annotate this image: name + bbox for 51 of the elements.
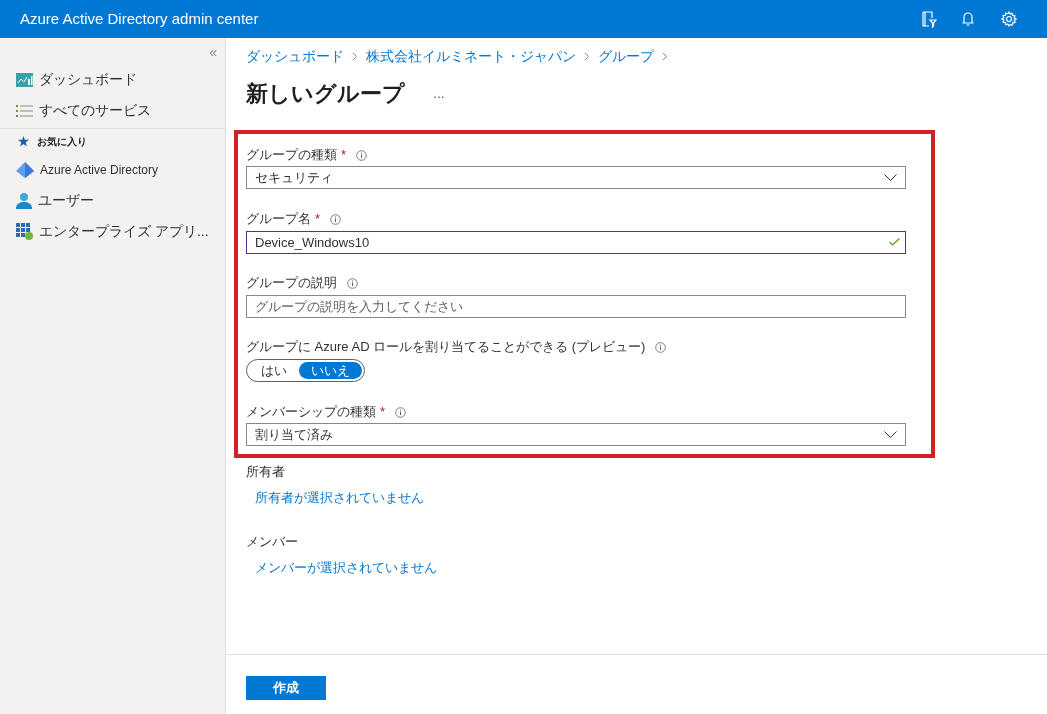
section-label: メンバー (246, 532, 299, 551)
field-label: グループの種類 (246, 146, 337, 165)
chevron-icon (662, 52, 668, 61)
chart-icon (16, 72, 33, 87)
star-icon (18, 136, 29, 147)
sidebar-item[interactable]: ユーザー (0, 185, 225, 216)
chevron-down-icon (884, 174, 897, 181)
settings-icon[interactable] (1001, 11, 1017, 27)
field-label: グループ名 (246, 210, 311, 229)
breadcrumb-link[interactable]: ダッシュボード (246, 46, 344, 67)
required-mark: * (341, 146, 347, 165)
app-title: Azure Active Directory admin center (20, 8, 260, 29)
toggle-option[interactable]: いいえ (299, 362, 362, 379)
sidebar-item[interactable]: エンタープライズ アプリ... (0, 216, 225, 247)
user-icon (16, 192, 32, 209)
sidebar-item[interactable]: すべてのサービス (0, 95, 225, 126)
directory-filter-icon[interactable] (921, 10, 937, 28)
required-mark: * (315, 210, 321, 229)
checkmark-icon (889, 238, 900, 246)
page-title: 新しいグループ (246, 80, 405, 108)
more-button[interactable]: ... (433, 83, 445, 104)
text-field[interactable]: グループの説明を入力してください (246, 295, 906, 318)
pyramid-icon (16, 161, 34, 178)
field-label: メンバーシップの種類 (246, 403, 376, 422)
breadcrumb-link[interactable]: グループ (598, 46, 654, 67)
info-icon[interactable] (347, 277, 358, 289)
toggle-option[interactable]: はい (249, 362, 299, 379)
chevron-icon (352, 52, 358, 61)
sidebar-item[interactable]: Azure Active Directory (0, 154, 225, 185)
list-icon (16, 103, 33, 118)
info-icon[interactable] (395, 406, 407, 418)
field-label: グループの説明 (246, 274, 337, 293)
section-label: 所有者 (246, 463, 286, 481)
breadcrumb-link[interactable]: 株式会社イルミネート・ジャパン (366, 46, 576, 67)
dropdown[interactable]: セキュリティ (246, 166, 906, 189)
required-mark: * (380, 403, 386, 422)
link[interactable]: 所有者が選択されていません (255, 490, 424, 505)
dropdown[interactable]: 割り当て済み (246, 423, 906, 446)
chevron-icon (584, 52, 590, 61)
info-icon[interactable] (655, 341, 667, 353)
link[interactable]: メンバーが選択されていません (255, 559, 437, 575)
info-icon[interactable] (356, 149, 368, 161)
create-button[interactable]: 作成 (246, 675, 326, 700)
section-heading: お気に入り (37, 135, 87, 149)
sidebar-item[interactable]: ダッシュボード (0, 64, 225, 95)
info-icon[interactable] (330, 213, 342, 225)
text-field[interactable]: Device_Windows10 (246, 231, 906, 254)
field-label: グループに Azure AD ロールを割り当てることができる (プレビュー) (246, 338, 646, 357)
notification-icon[interactable] (961, 11, 975, 27)
chevron-down-icon (884, 431, 897, 438)
apps-icon (16, 223, 33, 240)
